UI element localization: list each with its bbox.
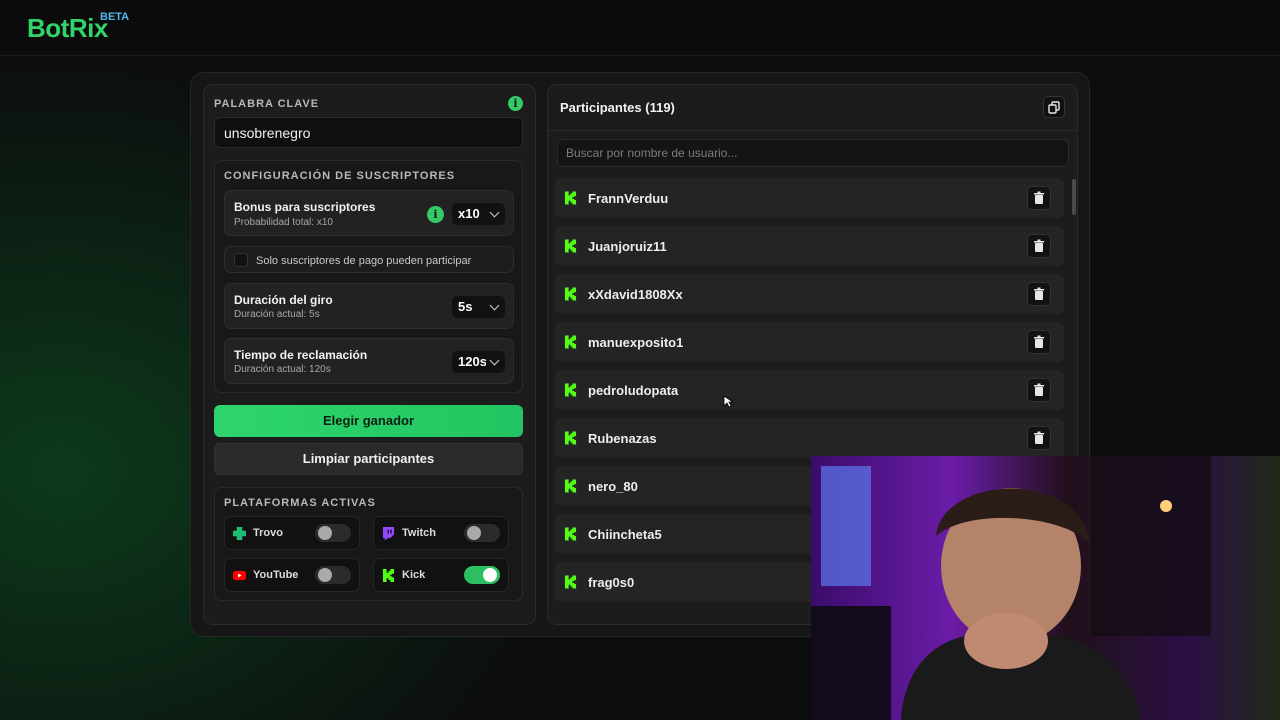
participant-username: manuexposito1 xyxy=(588,335,684,350)
participant-username: FrannVerduu xyxy=(588,191,669,206)
kick-icon xyxy=(564,191,577,205)
participant-username: Juanjoruiz11 xyxy=(588,239,667,254)
kick-icon xyxy=(564,431,577,445)
chevron-down-icon xyxy=(489,300,500,311)
delete-participant-button[interactable] xyxy=(1027,234,1051,258)
subscriber-config-label: CONFIGURACIÓN DE SUSCRIPTORES xyxy=(224,170,456,182)
search-input[interactable] xyxy=(557,139,1069,167)
keyword-input[interactable] xyxy=(214,117,523,148)
spin-duration-card: Duración del giro Duración actual: 5s 5s xyxy=(224,283,514,329)
trash-icon xyxy=(1028,335,1050,357)
kick-icon xyxy=(564,383,577,397)
delete-participant-button[interactable] xyxy=(1027,426,1051,450)
delete-participant-button[interactable] xyxy=(1027,378,1051,402)
beta-badge: BETA xyxy=(100,11,130,23)
toggle-knob xyxy=(483,568,497,582)
platform-youtube: YouTube xyxy=(224,558,360,592)
bonus-select[interactable]: x10 xyxy=(452,203,505,225)
toggle-knob xyxy=(318,526,332,540)
delete-participant-button[interactable] xyxy=(1027,330,1051,354)
platform-label: Trovo xyxy=(253,527,283,539)
paid-only-row[interactable]: Solo suscriptores de pago pueden partici… xyxy=(224,246,514,273)
platform-label: YouTube xyxy=(253,569,299,581)
delete-participant-button[interactable] xyxy=(1027,186,1051,210)
trash-icon xyxy=(1028,383,1050,405)
bonus-subtitle: Probabilidad total: x10 xyxy=(234,217,333,228)
participant-username: pedroludopata xyxy=(588,383,679,398)
platform-trovo: Trovo xyxy=(224,516,360,550)
platform-kick: Kick xyxy=(373,558,509,592)
twitch-icon xyxy=(382,527,395,540)
paid-only-label: Solo suscriptores de pago pueden partici… xyxy=(256,255,472,267)
spin-duration-title: Duración del giro xyxy=(234,293,333,307)
delete-participant-button[interactable] xyxy=(1027,282,1051,306)
paid-only-checkbox[interactable] xyxy=(234,253,248,267)
chevron-down-icon xyxy=(489,355,500,366)
claim-time-value: 120s xyxy=(458,354,486,369)
trovo-icon xyxy=(233,527,246,540)
participant-row: manuexposito1 xyxy=(555,322,1064,362)
chevron-down-icon xyxy=(489,207,500,218)
trash-icon xyxy=(1028,287,1050,309)
participant-username: Chiincheta5 xyxy=(588,527,662,542)
subscriber-bonus-card: Bonus para suscriptores Probabilidad tot… xyxy=(224,190,514,236)
bonus-select-value: x10 xyxy=(458,206,480,221)
kick-icon xyxy=(564,287,577,301)
claim-time-subtitle: Duración actual: 120s xyxy=(234,364,331,375)
participant-row: xXdavid1808Xx xyxy=(555,274,1064,314)
divider xyxy=(548,130,1077,131)
clear-participants-button[interactable]: Limpiar participantes xyxy=(214,443,523,475)
platform-label: Twitch xyxy=(402,527,437,539)
kick-icon xyxy=(564,239,577,253)
participant-row: Rubenazas xyxy=(555,418,1064,458)
trovo-toggle[interactable] xyxy=(315,524,351,542)
kick-icon xyxy=(564,335,577,349)
scrollbar[interactable] xyxy=(1072,179,1076,215)
youtube-icon xyxy=(233,570,246,581)
platform-label: Kick xyxy=(402,569,426,581)
participant-row: Juanjoruiz11 xyxy=(555,226,1064,266)
top-bar: BotRix BETA xyxy=(0,0,1280,56)
keyword-label: PALABRA CLAVE xyxy=(214,98,320,110)
participants-title: Participantes (119) xyxy=(560,100,675,115)
kick-icon xyxy=(564,575,577,589)
participant-row: FrannVerduu xyxy=(555,178,1064,218)
claim-time-card: Tiempo de reclamación Duración actual: 1… xyxy=(224,338,514,384)
participant-username: Rubenazas xyxy=(588,431,657,446)
info-icon[interactable]: i xyxy=(508,96,523,111)
pick-winner-button[interactable]: Elegir ganador xyxy=(214,405,523,437)
claim-time-title: Tiempo de reclamación xyxy=(234,348,368,362)
participant-row: pedroludopata xyxy=(555,370,1064,410)
trash-icon xyxy=(1028,191,1050,213)
toggle-knob xyxy=(467,526,481,540)
mouse-cursor-icon xyxy=(723,395,735,408)
twitch-toggle[interactable] xyxy=(464,524,500,542)
participant-username: nero_80 xyxy=(588,479,638,494)
webcam-image xyxy=(811,456,1211,720)
participant-username: xXdavid1808Xx xyxy=(588,287,683,302)
youtube-toggle[interactable] xyxy=(315,566,351,584)
platforms-label: PLATAFORMAS ACTIVAS xyxy=(224,497,376,509)
participant-username: frag0s0 xyxy=(588,575,635,590)
claim-time-select[interactable]: 120s xyxy=(452,351,505,373)
spin-duration-subtitle: Duración actual: 5s xyxy=(234,309,320,320)
spin-duration-select[interactable]: 5s xyxy=(452,296,505,318)
kick-toggle[interactable] xyxy=(464,566,500,584)
platform-twitch: Twitch xyxy=(373,516,509,550)
webcam-overlay xyxy=(811,456,1280,720)
kick-icon xyxy=(564,479,577,493)
bonus-title: Bonus para suscriptores xyxy=(234,200,376,214)
kick-icon xyxy=(564,527,577,541)
spin-duration-value: 5s xyxy=(458,299,473,314)
brand-logo[interactable]: BotRix xyxy=(27,13,108,44)
trash-icon xyxy=(1028,239,1050,261)
copy-icon xyxy=(1048,101,1060,114)
toggle-knob xyxy=(318,568,332,582)
kick-icon xyxy=(382,569,395,582)
trash-icon xyxy=(1028,431,1050,453)
bonus-info-icon[interactable]: i xyxy=(427,206,444,223)
copy-button[interactable] xyxy=(1043,96,1065,118)
